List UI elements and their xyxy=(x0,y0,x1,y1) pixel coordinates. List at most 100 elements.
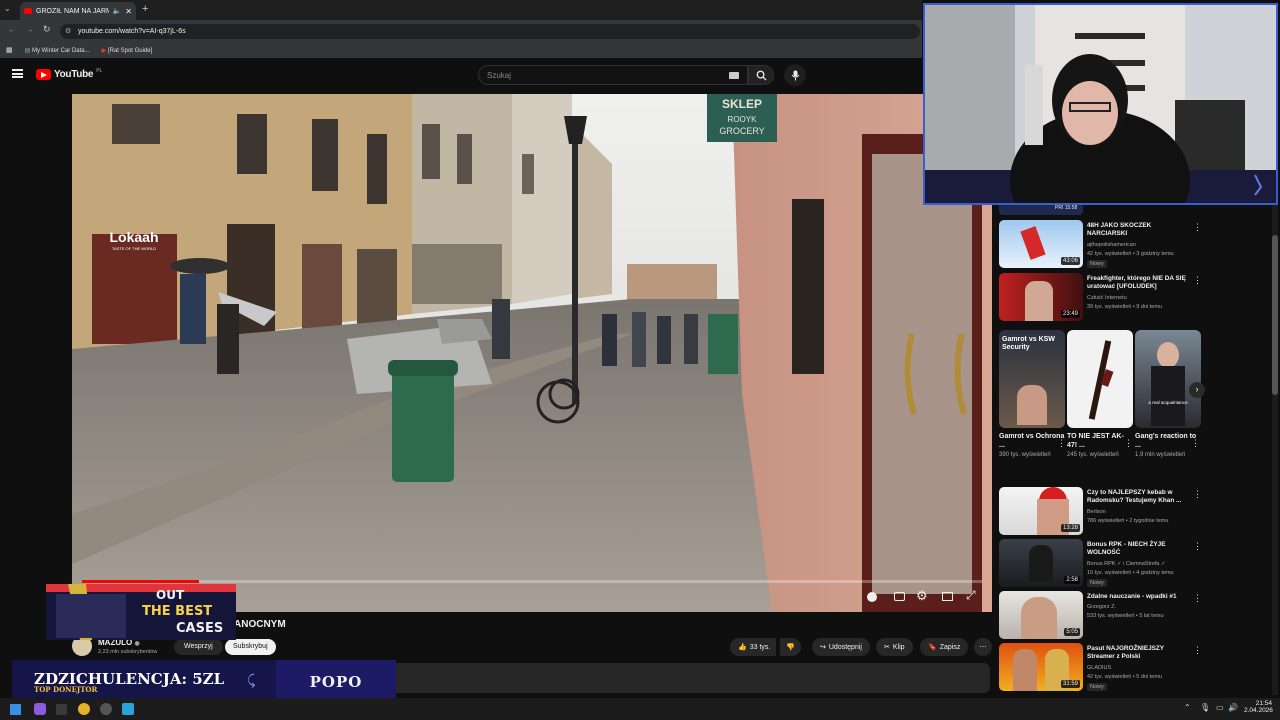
settings-icon[interactable]: ⚙ xyxy=(916,588,928,604)
duration-badge: 23:49 xyxy=(1060,310,1080,318)
video-title[interactable]: Zdalne nauczanie - wpadki #1 xyxy=(1087,593,1193,601)
save-label: Zapisz xyxy=(939,643,961,651)
share-button[interactable]: ↪ Udostępnij xyxy=(812,638,870,656)
video-title[interactable]: Pasut NAJGROŹNIEJSZY Streamer z Polski xyxy=(1087,645,1193,661)
video-thumbnail[interactable]: 5:05 xyxy=(999,591,1083,639)
channel-name[interactable]: GLADIUS xyxy=(1087,665,1111,671)
video-item[interactable]: 43:06 48H JAKO SKOCZEK NARCIARSKI ajthep… xyxy=(997,220,1209,270)
windows-start-icon[interactable] xyxy=(10,704,21,715)
video-title[interactable]: Bonus RPK - NIECH ŻYJE WOLNOŚĆ xyxy=(1087,541,1193,557)
short-more-options-icon[interactable]: ⋮ xyxy=(1124,438,1133,449)
site-info-icon[interactable]: ⚙ xyxy=(65,27,71,35)
short-overlay-text: Gamrot vs KSW Security xyxy=(1002,336,1055,351)
short-overlay-text: a real acquaintance xyxy=(1148,400,1188,405)
bookmark-item[interactable]: ▶ [Rat Spot Guide] xyxy=(102,47,153,54)
tray-chevron-icon[interactable]: ⌃ xyxy=(1184,703,1191,712)
video-meta: 42 tys. wyświetleń • 3 godziny temu xyxy=(1087,251,1174,257)
sklep-sign-grocery: GROCERY xyxy=(719,126,764,136)
autoplay-toggle[interactable] xyxy=(867,592,877,602)
app-icon[interactable] xyxy=(34,703,46,715)
theater-mode-icon[interactable] xyxy=(942,592,953,601)
webcam-overlay xyxy=(923,3,1278,205)
short-title[interactable]: Gamrot vs Ochrona ... xyxy=(999,432,1065,450)
progress-track[interactable] xyxy=(82,580,982,583)
clip-button[interactable]: ✂ Klip xyxy=(876,638,913,656)
back-icon[interactable]: ← xyxy=(8,25,16,34)
telegram-icon[interactable] xyxy=(122,703,134,715)
address-bar[interactable]: ⚙ youtube.com/watch?v=AI-q37jL-6s xyxy=(60,24,920,39)
chrome-icon[interactable] xyxy=(78,703,90,715)
channel-name[interactable]: Bonus RPK ✓ i CiemnaStrefa ✓ xyxy=(1087,561,1166,567)
video-thumbnail[interactable]: 13:28 xyxy=(999,487,1083,535)
video-item[interactable]: 31:59 Pasut NAJGROŹNIEJSZY Streamer z Po… xyxy=(997,643,1209,693)
video-item[interactable]: 23:49 Freakfighter, którego NIE DA SIĘ u… xyxy=(997,273,1209,323)
microphone-tray-icon[interactable]: 🎙 xyxy=(1200,703,1210,712)
channel-name[interactable]: Grzegorz Z. xyxy=(1087,604,1116,610)
like-button[interactable]: 👍 33 tys. xyxy=(730,638,777,656)
menu-icon[interactable] xyxy=(12,69,23,78)
reload-icon[interactable]: ↻ xyxy=(43,24,51,35)
more-options-icon[interactable]: ⋮ xyxy=(1193,593,1202,604)
subtitles-icon[interactable] xyxy=(894,592,905,601)
subscribe-button[interactable]: Subskrybuj xyxy=(225,639,276,655)
video-thumbnail[interactable]: 43:06 xyxy=(999,220,1083,268)
short-thumbnail[interactable]: Gamrot vs KSW Security xyxy=(999,330,1065,428)
channel-name[interactable]: ajthepolishamerican xyxy=(1087,242,1136,248)
bookmarks-bar: ▦ ▤ My Winter Car Data... ▶ [Rat Spot Gu… xyxy=(0,42,922,58)
tab-list-icon[interactable]: ⌄ xyxy=(4,4,11,13)
fullscreen-icon[interactable]: ⤢ xyxy=(966,588,976,603)
short-views: 390 tys. wyświetleń xyxy=(999,452,1051,458)
more-horizontal-icon: ⋯ xyxy=(979,644,987,651)
more-options-icon[interactable]: ⋮ xyxy=(1193,275,1202,286)
more-options-icon[interactable]: ⋮ xyxy=(1193,645,1202,656)
video-thumbnail[interactable]: 31:59 xyxy=(999,643,1083,691)
new-badge: Nowy xyxy=(1087,260,1107,268)
network-icon[interactable]: ▭ xyxy=(1216,703,1224,712)
search-placeholder: Szukaj xyxy=(487,71,512,80)
video-item[interactable]: 2:58 Bonus RPK - NIECH ŻYJE WOLNOŚĆ Bonu… xyxy=(997,539,1209,589)
forward-icon[interactable]: → xyxy=(26,25,34,34)
short-thumbnail[interactable] xyxy=(1067,330,1133,428)
channel-name[interactable]: Człuść Internetu xyxy=(1087,295,1127,301)
more-actions-button[interactable]: ⋯ xyxy=(974,638,992,656)
lokaah-sub-sign: TASTE OF THE WORLD xyxy=(112,246,156,251)
short-more-options-icon[interactable]: ⋮ xyxy=(1057,438,1066,449)
short-more-options-icon[interactable]: ⋮ xyxy=(1191,438,1200,449)
windows-taskbar: ⌃ 🎙 ▭ 🔊 21:54 2.04.2026 xyxy=(0,698,1280,720)
short-item[interactable]: Gamrot vs KSW Security Gamrot vs Ochrona… xyxy=(999,330,1065,458)
video-item[interactable]: 13:28 Czy to NAJLEPSZY kebab w Radomsku?… xyxy=(997,487,1209,537)
short-thumbnail[interactable]: a real acquaintance xyxy=(1135,330,1201,428)
bookmark-item[interactable]: ▤ My Winter Car Data... xyxy=(25,47,90,54)
clock[interactable]: 21:54 2.04.2026 xyxy=(1244,700,1273,714)
more-options-icon[interactable]: ⋮ xyxy=(1193,541,1202,552)
new-tab-icon[interactable]: + xyxy=(142,3,148,15)
dislike-button[interactable]: 👎 xyxy=(780,638,801,656)
save-button[interactable]: 🔖 Zapisz xyxy=(920,638,969,656)
apps-icon[interactable]: ▦ xyxy=(6,46,13,54)
page-scrollbar[interactable] xyxy=(1272,205,1278,695)
more-options-icon[interactable]: ⋮ xyxy=(1193,222,1202,233)
video-player[interactable]: Lokaah TASTE OF THE WORLD SKLEP ROOYK GR… xyxy=(72,94,992,612)
browser-tab[interactable]: GROZIŁ NAM NA JARMAR 🔈 ✕ xyxy=(20,2,136,20)
app-icon[interactable] xyxy=(100,703,112,715)
close-tab-icon[interactable]: ✕ xyxy=(125,7,132,16)
video-title[interactable]: Freakfighter, którego NIE DA SIĘ uratowa… xyxy=(1087,275,1193,291)
channel-name[interactable]: Berlson xyxy=(1087,509,1106,515)
youtube-logo[interactable]: YouTube PL xyxy=(36,68,102,80)
video-title[interactable]: 48H JAKO SKOCZEK NARCIARSKI xyxy=(1087,222,1193,238)
voice-search-button[interactable] xyxy=(784,64,806,86)
video-thumbnail[interactable]: 23:49 xyxy=(999,273,1083,321)
video-thumbnail[interactable]: 2:58 xyxy=(999,539,1083,587)
app-icon[interactable] xyxy=(56,704,67,715)
more-options-icon[interactable]: ⋮ xyxy=(1193,489,1202,500)
search-input[interactable]: Szukaj xyxy=(478,65,748,85)
video-title[interactable]: Czy to NAJLEPSZY kebab w Radomsku? Testu… xyxy=(1087,489,1193,505)
support-button[interactable]: Wesprzyj xyxy=(174,639,223,655)
keyboard-icon[interactable] xyxy=(729,72,739,79)
search-button[interactable] xyxy=(748,65,774,85)
speaker-icon[interactable]: 🔈 xyxy=(113,7,122,15)
shorts-next-icon[interactable]: › xyxy=(1189,382,1205,398)
volume-icon[interactable]: 🔊 xyxy=(1228,703,1238,712)
youtube-favicon-icon xyxy=(24,8,32,14)
video-item[interactable]: 5:05 Zdalne nauczanie - wpadki #1 Grzego… xyxy=(997,591,1209,641)
